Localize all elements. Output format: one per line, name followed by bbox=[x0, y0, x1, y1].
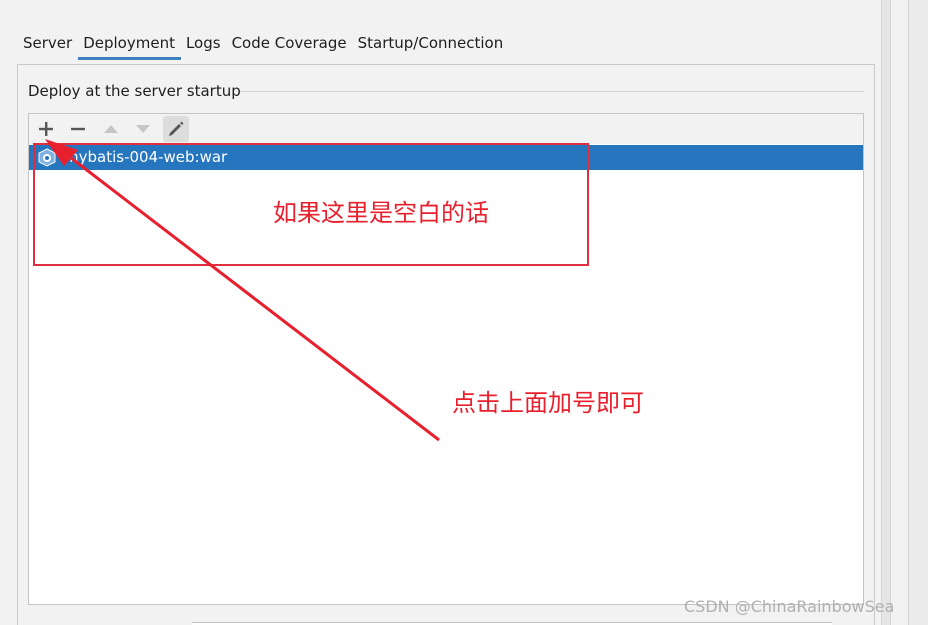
tab-deployment[interactable]: Deployment bbox=[78, 30, 181, 60]
side-panel-strip bbox=[908, 0, 928, 625]
remove-button[interactable] bbox=[65, 116, 91, 142]
arrow-up-icon bbox=[104, 125, 118, 133]
annotation-arrow-note: 点击上面加号即可 bbox=[452, 389, 644, 417]
minus-icon bbox=[71, 127, 85, 131]
tab-bar: Server Deployment Logs Code Coverage Sta… bbox=[18, 30, 509, 64]
splitter-strip[interactable] bbox=[881, 0, 891, 625]
arrow-down-icon bbox=[136, 125, 150, 133]
section-title: Deploy at the server startup bbox=[28, 82, 241, 100]
tab-server[interactable]: Server bbox=[18, 30, 78, 60]
tab-logs[interactable]: Logs bbox=[181, 30, 227, 60]
pencil-icon bbox=[169, 121, 184, 136]
annotation-box-note: 如果这里是空白的话 bbox=[273, 199, 489, 227]
tab-code-coverage[interactable]: Code Coverage bbox=[227, 30, 353, 60]
edit-button[interactable] bbox=[163, 116, 189, 142]
list-toolbar bbox=[29, 114, 863, 144]
section-divider bbox=[240, 91, 864, 92]
add-button[interactable] bbox=[33, 116, 59, 142]
move-up-button[interactable] bbox=[98, 116, 124, 142]
plus-icon bbox=[39, 122, 53, 136]
tab-startup-connection[interactable]: Startup/Connection bbox=[353, 30, 510, 60]
move-down-button[interactable] bbox=[130, 116, 156, 142]
watermark: CSDN @ChinaRainbowSea bbox=[684, 597, 895, 616]
